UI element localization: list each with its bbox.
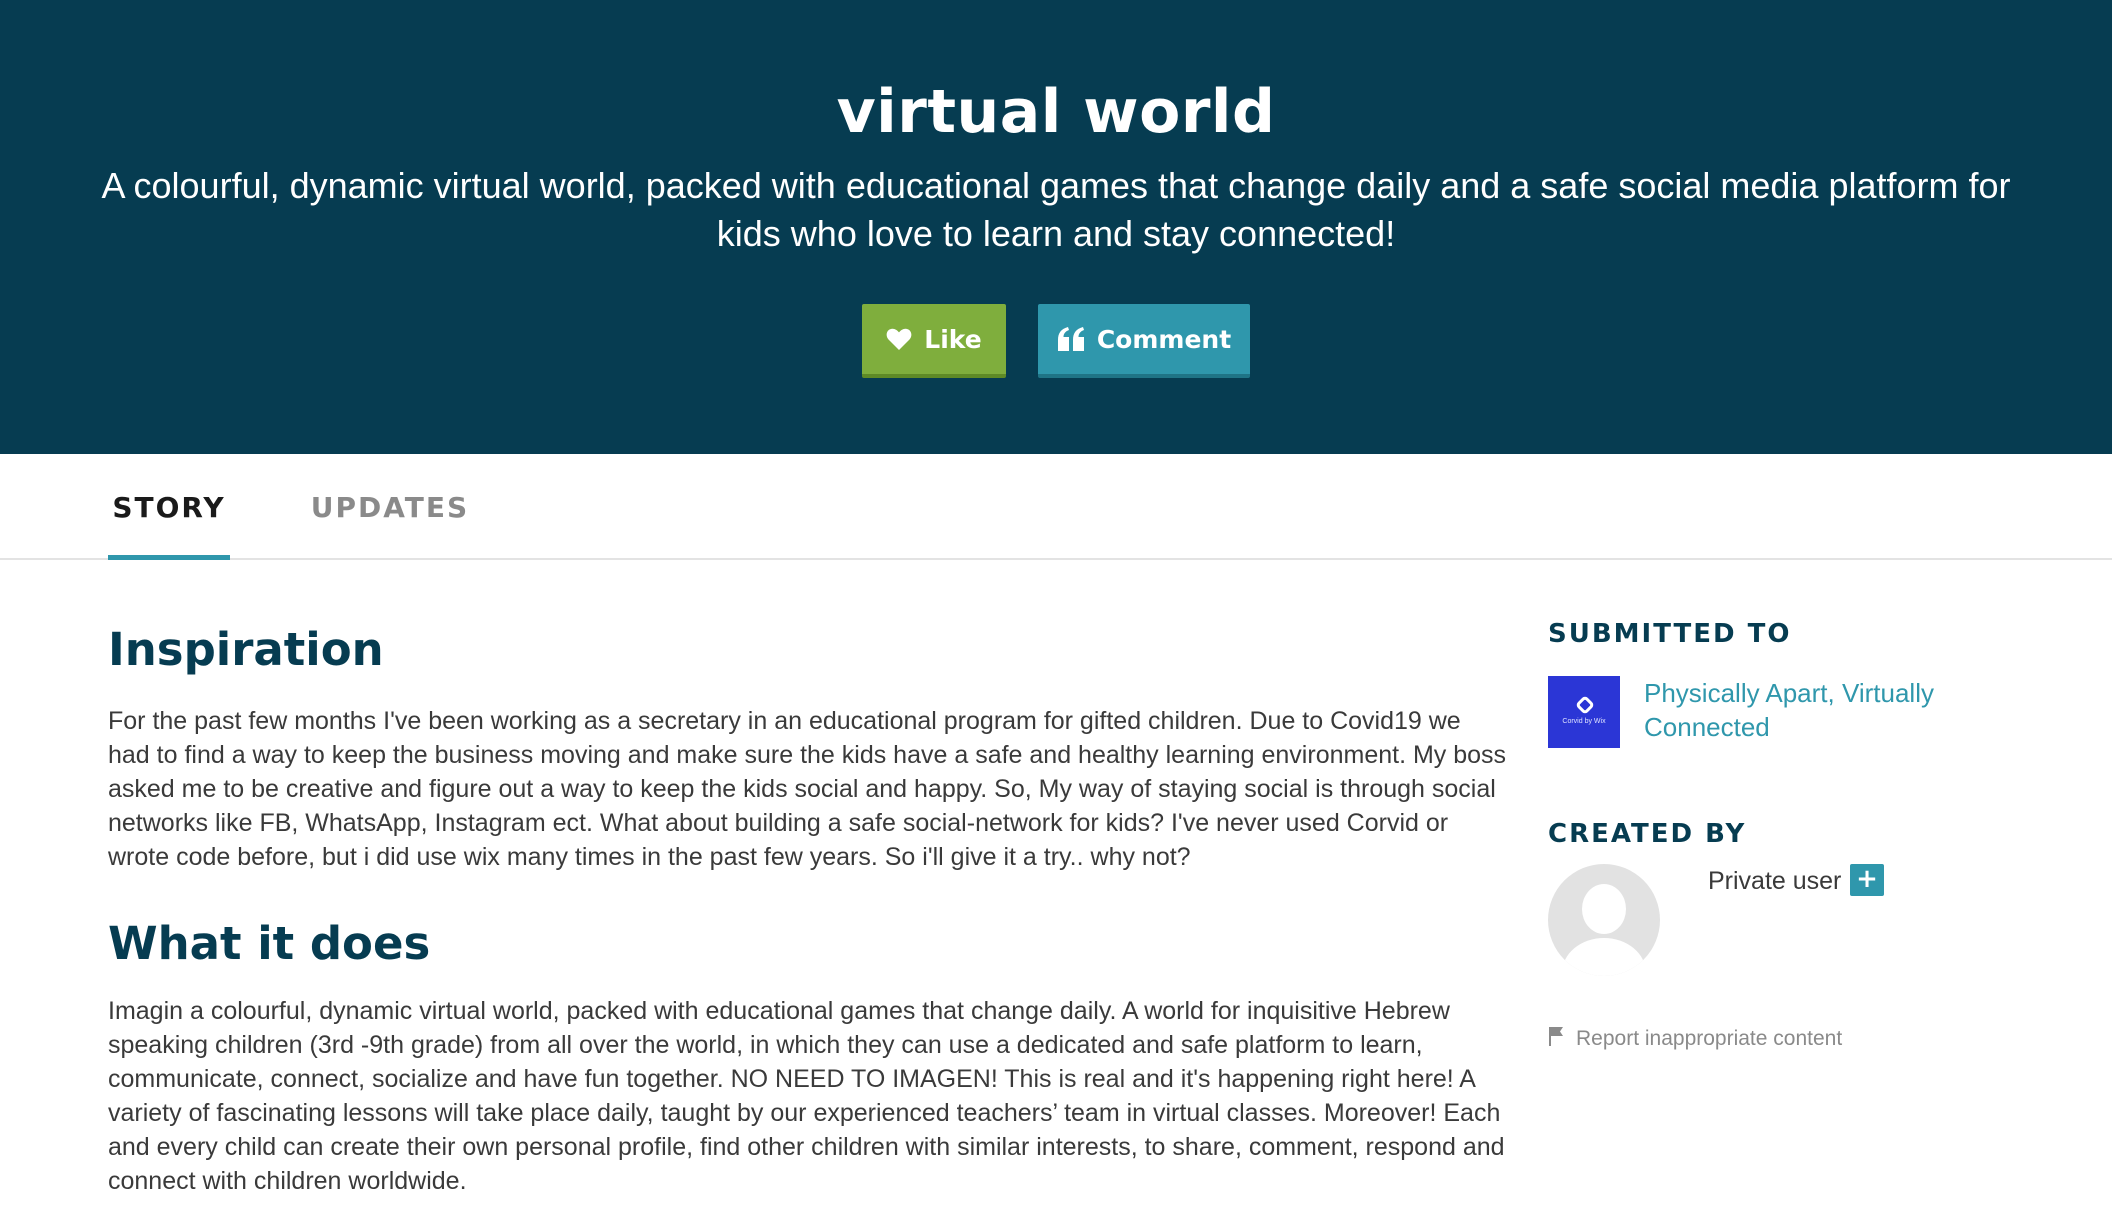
section-heading-what-it-does: What it does xyxy=(108,917,431,970)
avatar-head xyxy=(1582,884,1626,934)
hero-header: virtual world A colourful, dynamic virtu… xyxy=(0,0,2112,454)
section-body-inspiration: For the past few months I've been workin… xyxy=(108,707,1507,871)
tab-story[interactable]: STORY xyxy=(108,454,230,560)
submitted-challenge: Corvid by Wix Physically Apart, Virtuall… xyxy=(1548,676,2028,748)
section-heading-inspiration: Inspiration xyxy=(108,623,384,676)
comment-button[interactable]: Comment xyxy=(1038,304,1250,378)
project-tabs: STORY UPDATES xyxy=(0,454,2112,560)
follow-user-button[interactable]: + xyxy=(1850,864,1884,896)
like-button-label: Like xyxy=(924,324,982,354)
tab-updates[interactable]: UPDATES xyxy=(302,454,478,560)
submitted-to-heading: SUBMITTED TO xyxy=(1548,619,1792,649)
report-content-link[interactable]: Report inappropriate content xyxy=(1548,1026,2028,1051)
quote-icon xyxy=(1057,327,1085,351)
story-content: Inspiration For the past few months I've… xyxy=(108,610,1508,1198)
report-label: Report inappropriate content xyxy=(1576,1026,1843,1050)
comment-button-label: Comment xyxy=(1096,324,1232,354)
project-sidebar: SUBMITTED TO Corvid by Wix Physically Ap… xyxy=(1548,616,2028,1051)
avatar[interactable] xyxy=(1548,864,1660,976)
flag-icon xyxy=(1548,1026,1564,1051)
creator-name: Private user xyxy=(1708,867,1842,895)
created-by-heading: CREATED BY xyxy=(1548,819,1747,849)
heart-icon xyxy=(886,327,912,351)
creator: Private user + xyxy=(1548,864,2028,984)
avatar-body xyxy=(1562,938,1646,976)
challenge-thumbnail[interactable]: Corvid by Wix xyxy=(1548,676,1620,748)
hero-actions: Like Comment xyxy=(0,304,2112,378)
corvid-logo-icon xyxy=(1575,695,1595,715)
like-button[interactable]: Like xyxy=(862,304,1006,378)
page-title: virtual world xyxy=(836,77,1276,147)
project-tagline: A colourful, dynamic virtual world, pack… xyxy=(101,165,2011,254)
section-body-what-it-does: Imagin a colourful, dynamic virtual worl… xyxy=(108,997,1505,1195)
challenge-thumbnail-text: Corvid by Wix xyxy=(1562,718,1606,725)
challenge-link[interactable]: Physically Apart, Virtually Connected xyxy=(1644,676,2028,748)
